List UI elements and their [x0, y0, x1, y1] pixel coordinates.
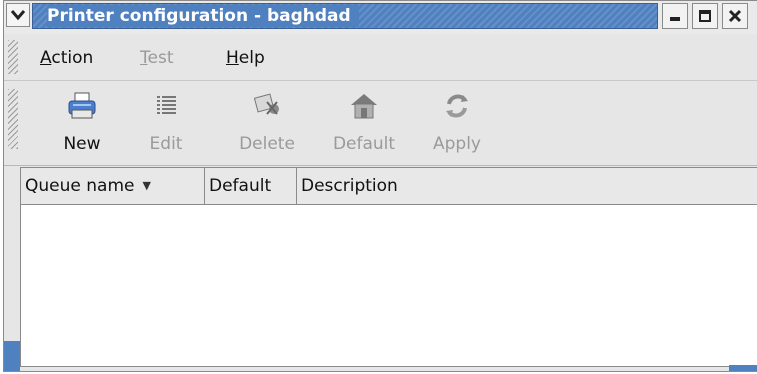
delete-icon [253, 93, 279, 115]
default-button[interactable]: Default [324, 81, 404, 165]
column-default-label: Default [209, 176, 272, 196]
menubar-grip[interactable] [8, 40, 18, 74]
menu-help-label: elp [238, 48, 265, 68]
menu-action-mnemonic: A [40, 48, 52, 68]
chevron-down-icon [10, 10, 26, 21]
queue-list[interactable]: Queue name ▼ Default Description [20, 167, 757, 367]
title-area[interactable]: Printer configuration - baghdad [32, 3, 658, 29]
column-description-label: Description [301, 176, 398, 196]
new-button-label: New [63, 134, 101, 154]
maximize-icon [699, 10, 711, 22]
printer-config-window: Printer configuration - baghdad Action T… [3, 0, 757, 372]
menu-action-label: ction [51, 48, 94, 68]
edit-list-icon [157, 96, 176, 114]
menu-test-mnemonic: T [140, 48, 148, 68]
delete-button[interactable]: Delete [234, 81, 300, 165]
column-header-queue-name[interactable]: Queue name ▼ [21, 168, 205, 204]
minimize-button[interactable] [662, 3, 688, 29]
home-icon [351, 94, 377, 119]
menu-help-mnemonic: H [226, 48, 239, 68]
new-button[interactable]: New [54, 81, 110, 165]
window-menu-button[interactable] [6, 3, 30, 27]
column-header-default[interactable]: Default [205, 168, 297, 204]
list-header: Queue name ▼ Default Description [21, 168, 757, 205]
apply-button-label: Apply [433, 134, 481, 154]
apply-button[interactable]: Apply [424, 81, 490, 165]
window-left-accent [4, 341, 20, 371]
column-queue-name-label: Queue name [25, 176, 135, 196]
window-title: Printer configuration - baghdad [47, 5, 359, 27]
sort-descending-icon: ▼ [142, 179, 151, 192]
close-button[interactable] [722, 3, 748, 29]
menu-test[interactable]: Test [140, 47, 173, 69]
minimize-icon [670, 17, 680, 21]
printer-icon [68, 92, 96, 119]
edit-button[interactable]: Edit [138, 81, 194, 165]
title-bar: Printer configuration - baghdad [4, 1, 757, 35]
menu-bar: Action Test Help [4, 34, 757, 81]
menu-help[interactable]: Help [226, 47, 265, 69]
delete-button-label: Delete [239, 134, 295, 154]
edit-button-label: Edit [149, 134, 183, 154]
default-button-label: Default [332, 134, 396, 154]
menu-action[interactable]: Action [40, 47, 93, 69]
toolbar-grip[interactable] [8, 89, 18, 149]
close-icon [728, 9, 742, 23]
apply-icon [446, 94, 468, 118]
menu-test-label: est [147, 48, 174, 68]
maximize-button[interactable] [692, 3, 718, 29]
window-bottom-accent [729, 365, 757, 371]
toolbar: New Edit Delete Default Apply [4, 81, 757, 166]
column-header-description[interactable]: Description [297, 168, 757, 204]
